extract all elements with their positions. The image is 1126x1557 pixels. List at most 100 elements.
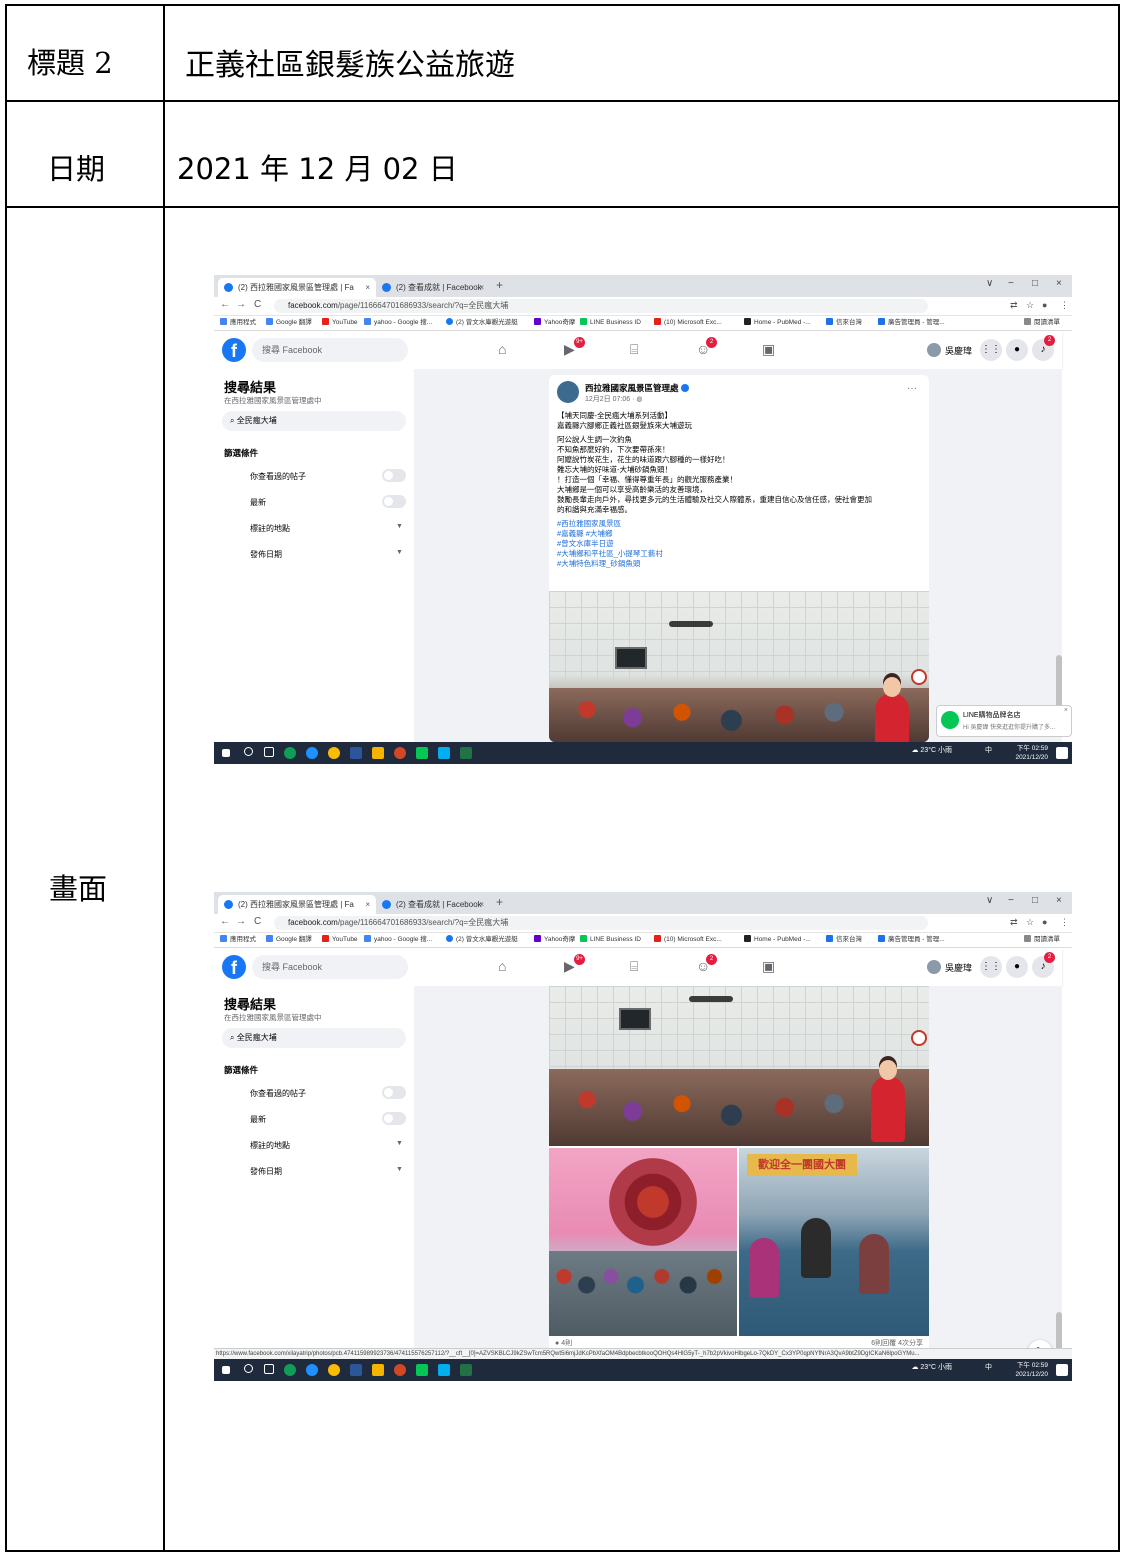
hashtag-link[interactable]: #曾文水庫半日遊: [557, 539, 925, 549]
weather-status[interactable]: ☁ 23°C 小雨: [911, 1362, 952, 1372]
tab-search-icon[interactable]: ∨: [986, 278, 993, 289]
gaming-icon[interactable]: ▣: [762, 341, 775, 358]
close-icon[interactable]: ×: [479, 895, 484, 914]
post-photo-restaurant[interactable]: [549, 986, 929, 1146]
bookmark-item[interactable]: 信來台灣: [826, 933, 862, 947]
line-icon[interactable]: [416, 747, 428, 759]
bookmark-item[interactable]: 應用程式: [220, 316, 256, 330]
profile-link[interactable]: 吳慶瑋: [927, 960, 972, 974]
home-icon[interactable]: ⌂: [498, 341, 506, 357]
ie-icon[interactable]: [306, 1364, 318, 1376]
bookmark-item[interactable]: YouTube: [322, 933, 358, 947]
hashtag-link[interactable]: #嘉義縣 #大埔鄉: [557, 529, 925, 539]
close-icon[interactable]: ×: [1064, 707, 1068, 714]
page-avatar[interactable]: [557, 381, 579, 403]
bookmark-item[interactable]: Home - PubMed -...: [744, 316, 811, 330]
skype-icon[interactable]: [438, 747, 450, 759]
new-tab-button[interactable]: +: [496, 278, 503, 292]
reading-list[interactable]: 閱讀清單: [1024, 933, 1060, 947]
line-notification[interactable]: LINE購物品牌名店 Hi 吳慶瑋 快來逛逛你提升購了多... ×: [936, 705, 1072, 737]
translate-icon[interactable]: ⇄: [1010, 300, 1018, 311]
bookmark-item[interactable]: 信來台灣: [826, 316, 862, 330]
maximize-button[interactable]: □: [1032, 278, 1038, 289]
chevron-down-icon[interactable]: ▼: [396, 523, 403, 530]
toggle-switch[interactable]: [382, 469, 406, 482]
star-icon[interactable]: ☆: [1026, 300, 1034, 311]
search-query-input[interactable]: ⌕ 全民瘋大埔: [222, 1028, 406, 1048]
bookmark-item[interactable]: LINE Business ID: [580, 316, 641, 330]
close-icon[interactable]: ×: [365, 278, 370, 297]
maximize-button[interactable]: □: [1032, 895, 1038, 906]
folder-icon[interactable]: [372, 1364, 384, 1376]
toggle-switch[interactable]: [382, 1112, 406, 1125]
facebook-search-input[interactable]: 搜尋 Facebook: [252, 338, 408, 362]
hashtag-link[interactable]: #西拉雅國家風景區: [557, 519, 925, 529]
scrollbar[interactable]: [1056, 1312, 1062, 1352]
ie-icon[interactable]: [306, 747, 318, 759]
filter-latest[interactable]: 最新: [250, 1114, 266, 1125]
bookmark-item[interactable]: Google 翻譯: [266, 316, 312, 330]
skype-icon[interactable]: [438, 1364, 450, 1376]
ime-indicator[interactable]: 中: [985, 745, 992, 755]
forward-icon[interactable]: →: [236, 299, 246, 310]
bookmark-item[interactable]: Yahoo奇摩: [534, 316, 575, 330]
bookmark-item[interactable]: YouTube: [322, 316, 358, 330]
browser-tab[interactable]: (2) 查看成就 | Facebook ×: [376, 278, 490, 297]
bookmark-item[interactable]: yahoo - Google 搜...: [364, 316, 432, 330]
messenger-icon[interactable]: ●: [1006, 339, 1028, 361]
filter-date-posted[interactable]: 發佈日期: [250, 1166, 282, 1177]
post-photo-lake-boat[interactable]: 歡迎全一團國大團: [739, 1148, 929, 1336]
bookmark-item[interactable]: Google 翻譯: [266, 933, 312, 947]
word-icon[interactable]: [350, 1364, 362, 1376]
gaming-icon[interactable]: ▣: [762, 958, 775, 975]
taskbar-clock[interactable]: 下午 02:59 2021/12/20: [1015, 744, 1048, 762]
close-window-button[interactable]: ×: [1056, 895, 1062, 906]
browser-tab[interactable]: (2) 西拉雅國家風景區管理處 | Fa ×: [218, 278, 376, 297]
filter-seen-posts[interactable]: 你查看過的帖子: [250, 471, 306, 482]
filter-latest[interactable]: 最新: [250, 497, 266, 508]
page-name[interactable]: 西拉雅國家風景區管理處: [585, 382, 689, 394]
close-icon[interactable]: ×: [365, 895, 370, 914]
bookmark-item[interactable]: Home - PubMed -...: [744, 933, 811, 947]
word-icon[interactable]: [350, 747, 362, 759]
close-window-button[interactable]: ×: [1056, 278, 1062, 289]
filter-seen-posts[interactable]: 你查看過的帖子: [250, 1088, 306, 1099]
toggle-switch[interactable]: [382, 1086, 406, 1099]
translate-icon[interactable]: ⇄: [1010, 917, 1018, 928]
post-time[interactable]: 12月2日 07:06 · ◍: [585, 394, 642, 404]
menu-icon[interactable]: ⋮: [1060, 300, 1069, 311]
edge-icon[interactable]: [284, 1364, 296, 1376]
bookmark-item[interactable]: (2) 曾文水庫觀光遊艇: [446, 933, 518, 947]
menu-grid-icon[interactable]: ⋮⋮: [980, 339, 1002, 361]
marketplace-icon[interactable]: ⌸: [630, 958, 638, 975]
comments-shares-count[interactable]: 6則回覆 4次分享: [871, 1338, 923, 1348]
home-icon[interactable]: ⌂: [498, 958, 506, 974]
chevron-down-icon[interactable]: ▼: [396, 1140, 403, 1147]
chevron-down-icon[interactable]: ▼: [396, 1166, 403, 1173]
more-options-icon[interactable]: ···: [907, 383, 917, 394]
hashtag-link[interactable]: #大埔特色料理_砂鍋魚頭: [557, 559, 925, 569]
excel-icon[interactable]: [460, 747, 472, 759]
excel-icon[interactable]: [460, 1364, 472, 1376]
profile-icon[interactable]: ●: [1042, 300, 1047, 310]
facebook-logo-icon[interactable]: f: [222, 338, 246, 362]
reading-list[interactable]: 閱讀清單: [1024, 316, 1060, 330]
bookmark-item[interactable]: 應用程式: [220, 933, 256, 947]
hashtag-link[interactable]: #大埔鄉和平社區_小提琴工藝村: [557, 549, 925, 559]
ime-indicator[interactable]: 中: [985, 1362, 992, 1372]
filter-date-posted[interactable]: 發佈日期: [250, 549, 282, 560]
browser-tab[interactable]: (2) 查看成就 | Facebook ×: [376, 895, 490, 914]
bookmark-item[interactable]: (10) Microsoft Exc...: [654, 316, 722, 330]
filter-tagged-location[interactable]: 標註的地點: [250, 523, 290, 534]
task-view-icon[interactable]: [264, 1364, 274, 1374]
reactions-count[interactable]: ● 4則: [555, 1338, 572, 1348]
bookmark-item[interactable]: (2) 曾文水庫觀光遊艇: [446, 316, 518, 330]
post-photo-restaurant[interactable]: [549, 591, 929, 742]
windows-start-icon[interactable]: [222, 1366, 230, 1374]
search-query-input[interactable]: ⌕ 全民瘋大埔: [222, 411, 406, 431]
chrome-icon[interactable]: [328, 1364, 340, 1376]
forward-icon[interactable]: →: [236, 916, 246, 927]
facebook-search-input[interactable]: 搜尋 Facebook: [252, 955, 408, 979]
search-icon[interactable]: [244, 1364, 253, 1373]
bookmark-item[interactable]: 廣告管理員 - 管理...: [878, 933, 945, 947]
